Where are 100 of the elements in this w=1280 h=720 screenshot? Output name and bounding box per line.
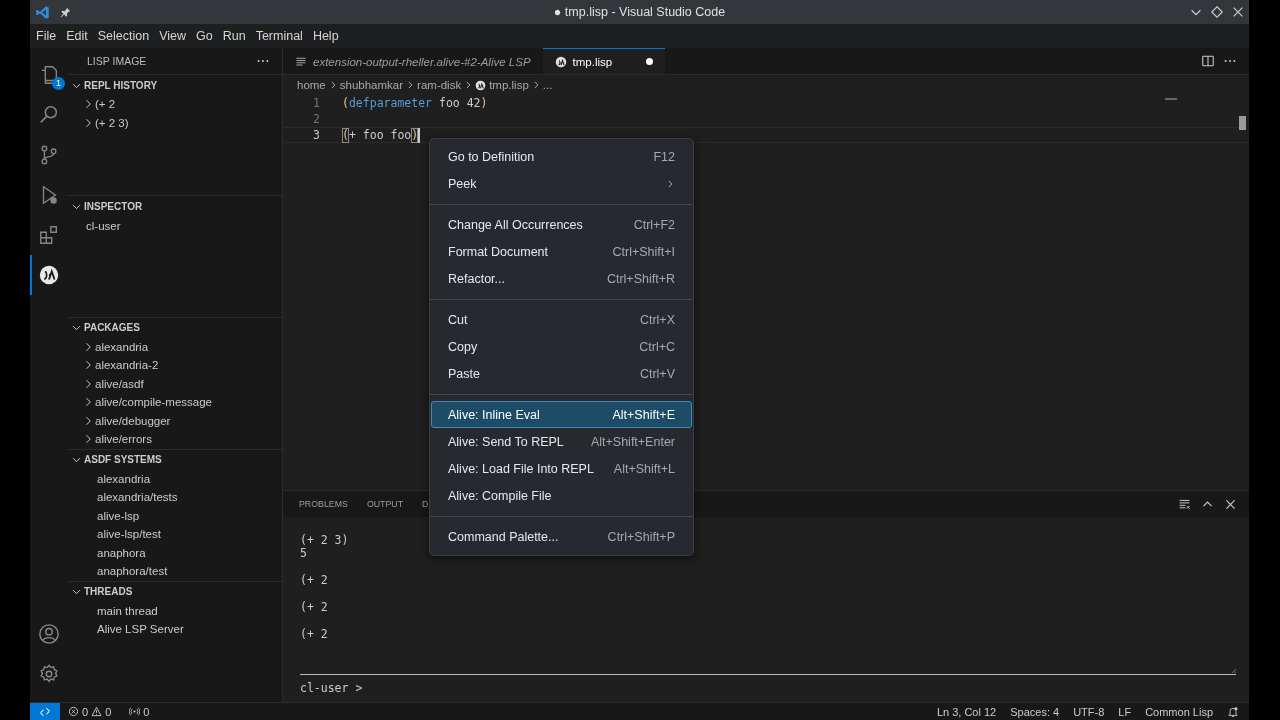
broadcast-icon [129,706,141,717]
menu-item[interactable]: Edit [61,29,93,43]
menu-item[interactable]: Alive: Load File Into REPL Alt+Shift+L [431,455,692,482]
menu-item[interactable]: Go [191,29,218,43]
pin-icon[interactable] [60,6,71,18]
editor-tab[interactable]: extension-output-rheller.alive-#2-Alive LSP [283,48,543,74]
lambda-logo-icon [554,55,567,68]
menu-item[interactable]: Peek [431,170,692,197]
code-line: (+ foo foo) [342,127,420,143]
code-line: (defparameter foo 42) [342,96,488,110]
account-icon[interactable] [38,623,60,645]
line-number: 2 [312,112,320,126]
tree-item[interactable]: anaphora [97,546,146,559]
status-item[interactable]: Ln 3, Col 12 [936,705,997,718]
close-icon[interactable] [1224,497,1237,511]
tree-item[interactable]: alexandria/tests [97,491,178,504]
status-item[interactable]: Spaces: 4 [1010,705,1060,718]
list-icon [295,55,307,68]
tree-item[interactable]: alive/debugger [95,414,171,427]
warning-icon [91,706,103,717]
breadcrumb-item[interactable]: ram-disk [417,79,462,91]
tree-item[interactable]: alexandria [95,340,149,353]
notifications-icon[interactable] [1227,705,1239,718]
menu-item[interactable]: Selection [92,29,155,43]
menu-item[interactable]: Change All Occurrences Ctrl+F2 [431,211,692,238]
breadcrumb-item[interactable]: ... [542,79,553,91]
menu-item[interactable]: Help [307,29,344,43]
lambda-logo-icon [475,79,487,91]
menu-item[interactable]: Format Document Ctrl+Shift+I [431,238,692,265]
breadcrumb-item[interactable]: home [297,79,326,91]
extensions-icon [38,224,60,246]
repl-output-line: (+ 2 [300,574,328,587]
menu-item[interactable]: Refactor... Ctrl+Shift+R [431,265,692,292]
tree-item[interactable]: (+ 2 [95,98,116,111]
menu-item[interactable]: Cut Ctrl+X [431,306,692,333]
tree-item[interactable]: alexandria-2 [95,359,159,372]
menu-item[interactable]: Alive: Send To REPL Alt+Shift+Enter [431,428,692,455]
menu-item[interactable]: View [154,29,191,43]
section-header[interactable]: ASDF SYSTEMS [84,454,162,466]
breadcrumb-item[interactable]: tmp.lisp [475,79,529,91]
status-item[interactable]: LF [1118,705,1132,718]
panel-tab[interactable]: PROBLEMS [299,491,348,517]
tree-item[interactable]: alive-lsp [97,509,140,522]
menu-item[interactable]: Alive: Inline Eval Alt+Shift+E [431,401,692,428]
menu-item[interactable]: Run [217,29,251,43]
tree-item[interactable]: alive/compile-message [95,396,212,409]
status-item[interactable]: UTF-8 [1073,705,1105,718]
section-header[interactable]: REPL HISTORY [84,79,158,91]
maximize-button[interactable] [1210,5,1224,19]
count-badge: 1 [52,77,65,90]
panel-tab[interactable]: D [422,491,429,517]
problems-status[interactable]: 0 0 [63,705,117,718]
repl-output-line: 5 [300,547,307,560]
scrollbar-thumb[interactable] [1239,116,1246,130]
tree-item[interactable]: alexandria [97,472,151,485]
window-title: ● tmp.lisp - Visual Studio Code [553,5,726,19]
vscode-logo-icon [35,4,50,20]
section-header[interactable]: PACKAGES [84,322,140,334]
section-header[interactable]: INSPECTOR [84,200,143,212]
source-control-icon [38,144,60,166]
tree-item[interactable]: anaphora/test [97,565,168,578]
line-number: 1 [312,96,320,110]
error-icon [68,706,79,717]
tree-item[interactable]: main thread [97,604,158,617]
resize-grip-icon[interactable] [1229,666,1237,674]
menu-item[interactable]: Go to Definition F12 [431,143,692,170]
close-button[interactable] [1231,5,1245,19]
menu-item[interactable]: Terminal [250,29,308,43]
repl-output-line: (+ 2 3) [300,534,349,547]
remote-icon [39,705,51,718]
ports-status[interactable]: 0 [124,705,155,718]
tree-item[interactable]: alive-lsp/test [97,528,161,541]
tree-item[interactable]: Alive LSP Server [97,623,184,636]
panel-title: LISP IMAGE [87,55,147,67]
section-header[interactable]: THREADS [84,586,133,598]
split-editor-icon[interactable] [1201,54,1215,68]
activity-tab[interactable]: 1 [30,55,68,95]
settings-icon[interactable] [38,663,60,685]
remote-button[interactable] [30,702,60,720]
lambda-logo-icon [38,264,60,286]
status-item[interactable]: Common Lisp [1145,705,1213,718]
tree-item[interactable]: alive/errors [95,433,152,446]
repl-output-line: (+ 2 [300,628,328,641]
menu-item[interactable]: Command Palette... Ctrl+Shift+P [431,523,692,550]
menu-item[interactable]: Copy Ctrl+C [431,333,692,360]
diamond-icon [1210,5,1224,19]
close-icon [1231,5,1245,19]
clear-output-icon[interactable] [1178,497,1191,511]
unsaved-dot-icon[interactable] [646,58,654,65]
tree-item[interactable]: alive/asdf [95,377,144,390]
tree-item[interactable]: cl-user [86,219,121,232]
menu-item[interactable]: File [31,29,62,43]
breadcrumb-item[interactable]: shubhamkar [339,79,404,91]
menu-item[interactable]: Alive: Compile File [431,482,692,509]
menu-item[interactable]: Paste Ctrl+V [431,360,692,387]
line-number: 3 [312,128,320,142]
tree-item[interactable]: (+ 2 3) [95,116,129,129]
panel-tab[interactable]: OUTPUT [366,491,404,517]
repl-output-line: (+ 2 [300,601,328,614]
editor-tab[interactable]: tmp.lisp [542,48,666,74]
